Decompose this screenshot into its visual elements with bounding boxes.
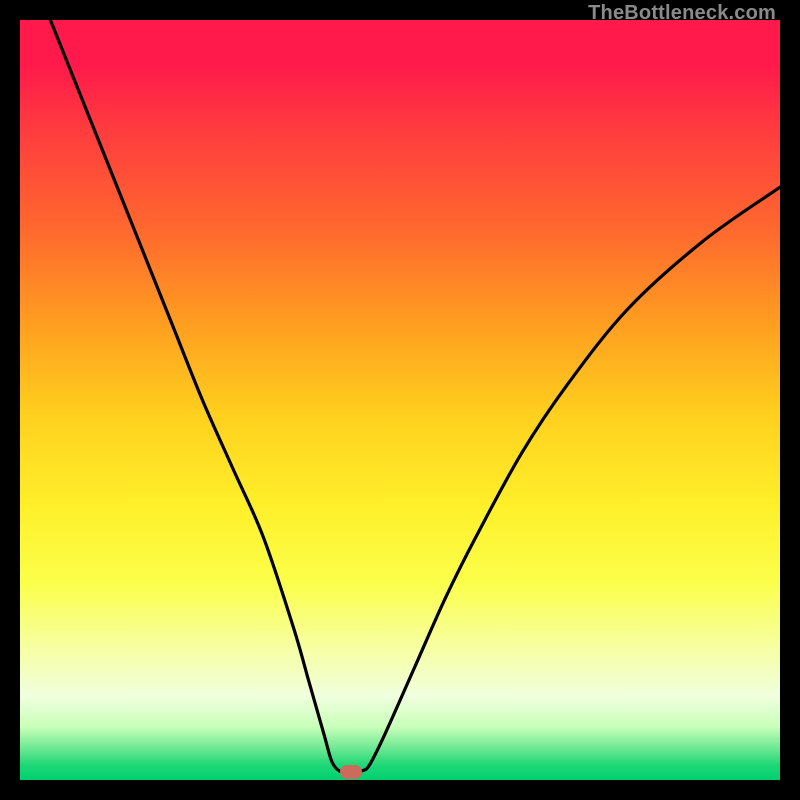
watermark-text: TheBottleneck.com: [588, 2, 776, 25]
chart-frame: TheBottleneck.com: [0, 0, 800, 800]
plot-area: [20, 20, 780, 780]
optimal-point-marker: [340, 765, 362, 779]
